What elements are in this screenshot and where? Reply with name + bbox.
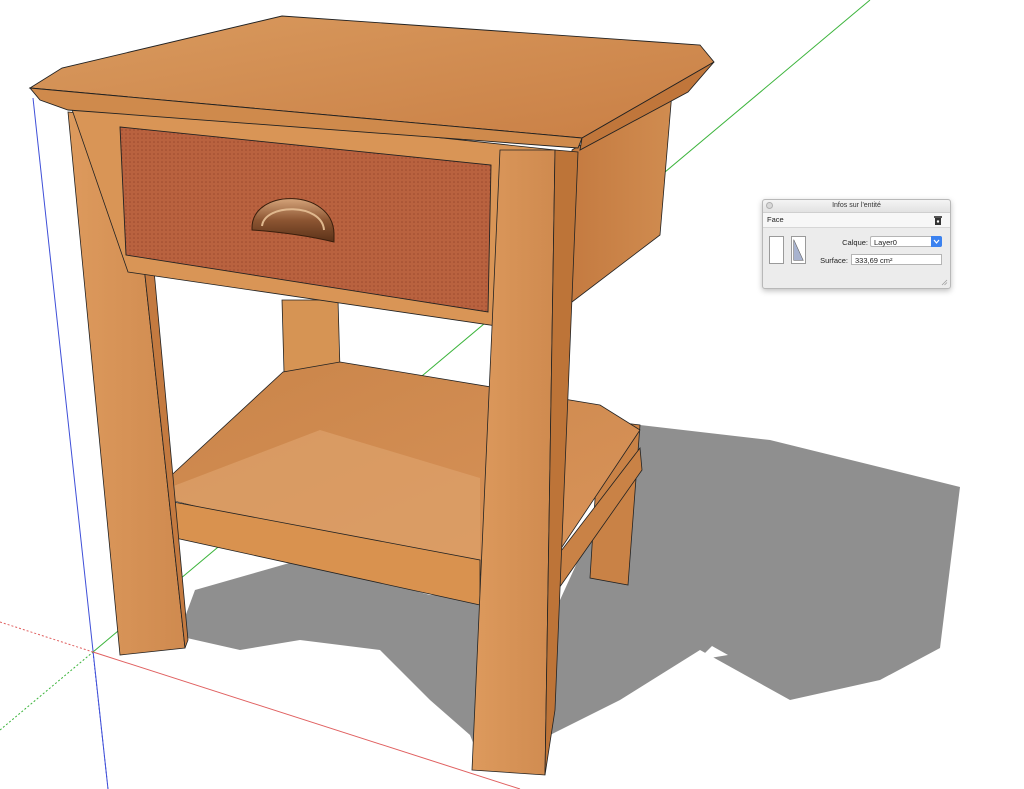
blue-axis-hidden [92,651,109,789]
back-left-leg [281,299,341,373]
entity-type: Face [767,215,784,224]
area-value: 333,69 cm² [855,256,893,265]
front-face-icon[interactable] [769,236,784,264]
close-icon[interactable] [766,202,773,209]
entity-info-panel[interactable]: Infos sur l'entité Face Calque: Layer0 S… [762,199,951,289]
nightstand-model[interactable] [0,0,1024,789]
entity-type-row: Face [763,213,950,228]
panel-title: Infos sur l'entité [832,202,881,209]
layer-label: Calque: [842,238,868,247]
modeling-viewport[interactable] [0,0,1024,789]
layer-value: Layer0 [874,238,897,247]
area-label: Surface: [820,256,848,265]
area-field[interactable]: 333,69 cm² [851,254,942,265]
chevron-down-icon[interactable] [931,236,942,247]
panel-title-bar[interactable]: Infos sur l'entité [763,200,950,213]
resize-grip-icon[interactable] [941,279,948,286]
green-axis-hidden [0,651,94,731]
red-axis-hidden [0,621,94,653]
back-face-icon[interactable] [791,236,806,264]
layer-select[interactable]: Layer0 [870,236,942,247]
entity-info-icon[interactable] [934,216,942,225]
